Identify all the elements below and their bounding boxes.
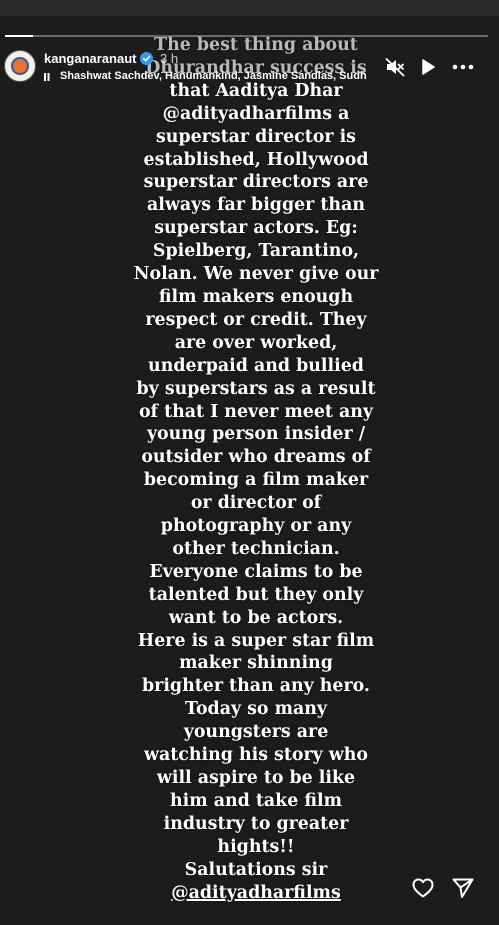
avatar-logo xyxy=(11,57,29,75)
story-text-line: or director of xyxy=(190,493,322,514)
story-text-line: that Aaditya Dhar xyxy=(169,80,343,101)
play-icon[interactable] xyxy=(418,57,438,77)
story-text-line: becoming a film maker xyxy=(143,470,369,491)
story-text-line: superstar director is xyxy=(156,126,356,147)
story-text-line: him and take film xyxy=(170,790,342,811)
story-text-line: of that I never meet any xyxy=(138,401,374,422)
story-text-line: Spielberg, Tarantino, xyxy=(152,241,360,262)
speaker-muted-icon[interactable] xyxy=(385,57,405,77)
story-text-line: outsider who dreams of xyxy=(141,447,371,468)
story-text-line: photography or any xyxy=(160,516,352,537)
story-text-line: Nolan. We never give our xyxy=(133,264,379,285)
story-text-line: film makers enough xyxy=(158,286,354,307)
music-attribution[interactable]: Shashwat Sachdev, Hanumankind, Jasmine S… xyxy=(60,70,372,82)
story-text-line: maker shinning xyxy=(179,653,333,674)
verified-badge-icon xyxy=(140,52,153,65)
post-time: 3 h xyxy=(160,51,179,66)
story-text-line: established, Hollywood xyxy=(143,149,369,170)
story-text: The best thing about Dhurandhar success i… xyxy=(120,34,392,904)
story-text-line: Salutations sir xyxy=(184,859,328,880)
story-text-line: superstar actors. Eg: xyxy=(154,218,358,239)
username[interactable]: kanganaranaut xyxy=(44,51,136,66)
story-progress-fill xyxy=(5,35,33,37)
story-text-line: young person insider / xyxy=(146,424,366,445)
story-text-line: @adityadharfilms xyxy=(171,882,341,903)
story-text-line: underpaid and bullied xyxy=(148,355,364,376)
story-text-line: Everyone claims to be xyxy=(149,561,363,582)
story-text-line: youngsters are xyxy=(183,722,329,743)
story-text-line: talented but they only xyxy=(148,584,364,605)
story-text-line: Here is a super star film xyxy=(137,630,375,651)
story-text-line: are over worked, xyxy=(174,332,338,353)
story-text-line: superstar directors are xyxy=(143,172,369,193)
story-text-line: want to be actors. xyxy=(168,607,344,628)
story-text-line: by superstars as a result xyxy=(136,378,376,399)
story-text-line: watching his story who xyxy=(143,745,369,766)
story-text-line: always far bigger than xyxy=(147,195,365,216)
send-icon[interactable] xyxy=(451,876,475,900)
story-text-line: industry to greater xyxy=(163,813,349,834)
story-text-line: other technician. xyxy=(172,538,340,559)
story-text-line: will aspire to be like xyxy=(156,768,356,788)
story-text-line: brighter than any hero. xyxy=(142,676,370,697)
story-text-line: respect or credit. They xyxy=(145,309,367,330)
more-icon[interactable] xyxy=(451,57,475,77)
music-bars-icon xyxy=(44,73,50,81)
story-text-line: hights!! xyxy=(217,836,295,857)
top-bar xyxy=(0,0,499,16)
story-text-line: @adityadharfilms a xyxy=(162,103,350,124)
heart-icon[interactable] xyxy=(411,876,435,900)
story-text-line: Today so many xyxy=(185,699,327,720)
avatar[interactable] xyxy=(4,50,36,82)
